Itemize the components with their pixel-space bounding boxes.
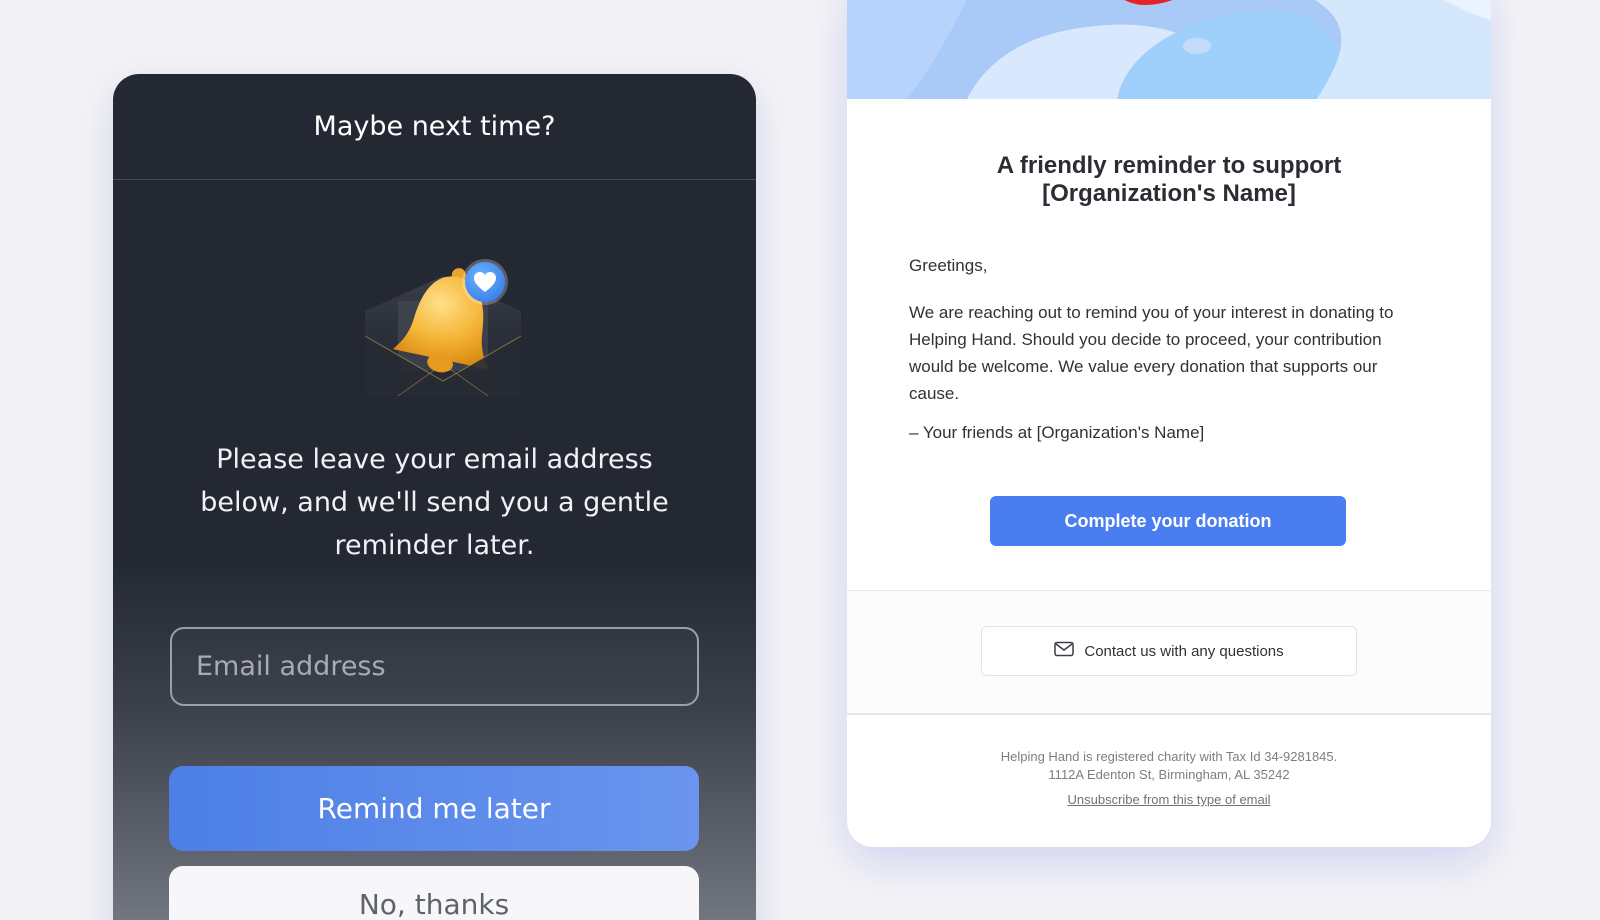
contact-section: Contact us with any questions (847, 591, 1491, 713)
email-signoff: – Your friends at [Organization's Name] (909, 423, 1205, 442)
complete-donation-button[interactable]: Complete your donation (990, 496, 1346, 546)
email-footer: Helping Hand is registered charity with … (847, 748, 1491, 784)
email-heading-line-2: [Organization's Name] (1042, 180, 1296, 207)
email-preview-card: A friendly reminder to support [Organiza… (847, 0, 1491, 847)
reminder-prompt: Please leave your email address below, a… (200, 444, 669, 561)
hero-image (847, 0, 1491, 100)
contact-us-button[interactable]: Contact us with any questions (981, 626, 1357, 676)
email-greeting: Greetings, (909, 256, 988, 275)
modal-title: Maybe next time? (313, 111, 556, 142)
email-input[interactable] (170, 627, 699, 706)
bell-envelope-heart-icon (353, 246, 533, 406)
page: Maybe next time? Please leave your email… (0, 0, 1600, 920)
footer-address: 1112A Edenton St, Birmingham, AL 35242 (1048, 767, 1290, 782)
email-heading-line-1: A friendly reminder to support (996, 152, 1342, 179)
email-body: We are reaching out to remind you of you… (909, 303, 1394, 403)
remind-me-later-button[interactable]: Remind me later (169, 766, 699, 851)
reminder-modal: Maybe next time? Please leave your email… (113, 74, 756, 920)
contact-us-label: Contact us with any questions (1084, 642, 1284, 660)
footer-registration: Helping Hand is registered charity with … (1000, 749, 1338, 764)
mail-icon (1054, 641, 1075, 661)
no-thanks-button[interactable]: No, thanks (169, 866, 699, 920)
unsubscribe-link[interactable]: Unsubscribe from this type of email (847, 792, 1491, 807)
modal-header: Maybe next time? (113, 74, 756, 180)
email-heading: A friendly reminder to support [Organiza… (847, 152, 1491, 208)
divider (847, 713, 1491, 715)
